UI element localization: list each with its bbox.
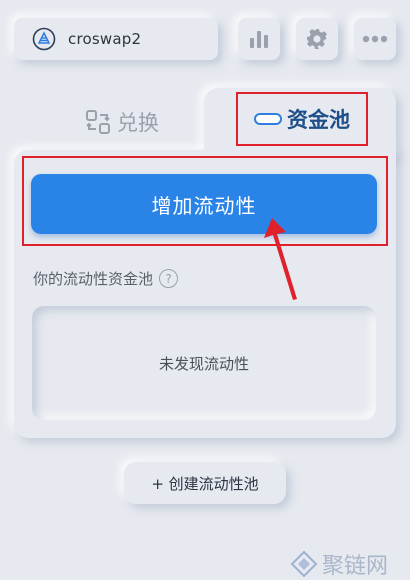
annotation-arrow [264, 218, 297, 300]
create-pool-button[interactable]: + 创建流动性池 [124, 462, 286, 504]
add-liquidity-button[interactable]: 增加流动性 [31, 174, 377, 234]
more-button[interactable] [354, 18, 396, 60]
pools-empty-state: 未发现流动性 [32, 306, 376, 420]
account-selector[interactable]: croswap2 [14, 18, 218, 60]
help-icon[interactable]: ? [159, 269, 179, 288]
account-name: croswap2 [68, 30, 142, 48]
gear-icon [307, 29, 327, 49]
watermark-text: 聚链网 [322, 554, 389, 579]
analytics-button[interactable] [238, 18, 280, 60]
ellipsis-icon [362, 35, 388, 43]
watermark-logo-icon [290, 550, 318, 578]
empty-state-text: 未发现流动性 [158, 354, 249, 373]
tab-pool[interactable]: 资金池 [236, 92, 368, 146]
bar-chart-icon [250, 31, 268, 48]
settings-button[interactable] [296, 18, 338, 60]
pool-icon [254, 113, 282, 125]
watermark: 聚链网 [290, 548, 388, 580]
croswap-logo-icon [32, 27, 56, 51]
your-pools-label: 你的流动性资金池 [33, 270, 154, 288]
tab-pool-label: 资金池 [287, 108, 350, 132]
your-pools-heading: 你的流动性资金池 ? [33, 268, 179, 289]
